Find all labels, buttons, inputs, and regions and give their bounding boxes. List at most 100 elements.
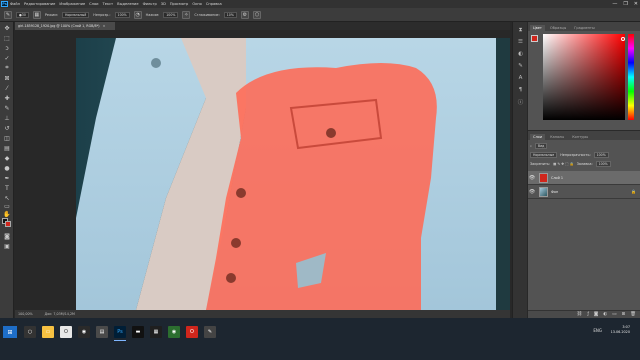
- adjustments-icon[interactable]: ◐: [516, 50, 525, 58]
- minimize-button[interactable]: —: [612, 1, 617, 7]
- fill-field[interactable]: 100%: [595, 161, 611, 167]
- marquee-tool-icon[interactable]: ⬚: [2, 34, 12, 42]
- close-window-button[interactable]: ✕: [634, 1, 638, 7]
- menu-view[interactable]: Просмотр: [170, 2, 188, 6]
- tab-layers[interactable]: Слои: [530, 134, 546, 140]
- menu-type[interactable]: Текст: [103, 2, 114, 6]
- system-tray[interactable]: ENG: [593, 328, 602, 333]
- taskbar-clock[interactable]: 3:07 13.06.2020: [611, 325, 630, 335]
- document-tab[interactable]: girl-1859128_1920.jpg @ 100% (Слой 1, RG…: [15, 22, 115, 30]
- tab-color[interactable]: Цвет: [530, 25, 545, 31]
- layer-row-layer1[interactable]: 👁 Слой 1: [528, 171, 640, 185]
- eyedropper-tool-icon[interactable]: ⁄: [2, 84, 12, 92]
- file-explorer-icon[interactable]: ▭: [42, 326, 54, 338]
- new-layer-icon[interactable]: ⊞: [622, 312, 626, 317]
- color-panel-foreground-swatch[interactable]: [531, 35, 538, 42]
- menu-select[interactable]: Выделение: [117, 2, 138, 6]
- pen-tool-icon[interactable]: ✒: [2, 174, 12, 182]
- hand-tool-icon[interactable]: ✋: [2, 210, 12, 218]
- link-icon[interactable]: ⛓: [577, 312, 583, 317]
- pressure-opacity-icon[interactable]: ◔: [133, 10, 142, 19]
- brush-tool-icon[interactable]: ✎: [4, 10, 12, 19]
- healing-brush-tool-icon[interactable]: ✚: [2, 94, 12, 102]
- brush-size-picker[interactable]: ● 30: [16, 11, 29, 18]
- menu-3d[interactable]: 3D: [161, 2, 166, 6]
- document-canvas[interactable]: [76, 38, 510, 310]
- folder-icon[interactable]: ▭: [612, 312, 616, 317]
- history-brush-tool-icon[interactable]: ↺: [2, 124, 12, 132]
- layer-filter-select[interactable]: Вид: [534, 143, 548, 149]
- blur-tool-icon[interactable]: ◆: [2, 154, 12, 162]
- paragraph-icon[interactable]: ¶: [516, 86, 525, 94]
- window-icon[interactable]: ▬: [132, 326, 144, 338]
- flow-field[interactable]: 100%: [163, 11, 179, 18]
- lock-icons[interactable]: ▦ ✎ ✥ ⬚ 🔒: [553, 162, 574, 166]
- opera-alt-icon[interactable]: O: [186, 326, 198, 338]
- layer-opacity-field[interactable]: 100%: [593, 152, 609, 158]
- fx-icon[interactable]: ƒ: [587, 312, 589, 317]
- color-picker-field[interactable]: [543, 34, 625, 120]
- gear-icon[interactable]: ⚙: [240, 10, 249, 19]
- mode-select[interactable]: Нормальный: [61, 11, 90, 18]
- frame-tool-icon[interactable]: ⊠: [2, 74, 12, 82]
- canvas-area[interactable]: [15, 30, 510, 310]
- color-picker-cursor[interactable]: [621, 37, 625, 41]
- brush-settings-icon[interactable]: ▦: [32, 10, 41, 19]
- type-tool-icon[interactable]: T: [2, 184, 12, 192]
- tab-gradients[interactable]: Градиенты: [571, 25, 597, 31]
- windows-start-icon[interactable]: ⊞: [3, 326, 17, 338]
- opera-icon[interactable]: O: [60, 326, 72, 338]
- tab-paths[interactable]: Контуры: [569, 134, 591, 140]
- document-info[interactable]: Док: 7,03M/14,2M: [45, 312, 75, 316]
- app-icon[interactable]: ▦: [150, 326, 162, 338]
- dodge-tool-icon[interactable]: ●: [2, 164, 12, 172]
- tab-channels[interactable]: Каналы: [547, 134, 567, 140]
- info-icon[interactable]: ⓘ: [516, 98, 525, 106]
- brushes-icon[interactable]: ✎: [516, 62, 525, 70]
- rectangle-tool-icon[interactable]: ▭: [2, 202, 12, 210]
- chrome-alt-icon[interactable]: ◉: [168, 326, 180, 338]
- menu-image[interactable]: Изображение: [59, 2, 85, 6]
- layer-row-background[interactable]: 👁 Фон 🔒: [528, 185, 640, 199]
- background-layer-name[interactable]: Фон: [551, 190, 558, 194]
- move-tool-icon[interactable]: ✥: [2, 24, 12, 32]
- adjustment-icon[interactable]: ◐: [603, 312, 607, 317]
- hue-slider[interactable]: [628, 34, 634, 120]
- layer1-name[interactable]: Слой 1: [551, 176, 563, 180]
- photoshop-taskbar-icon[interactable]: Ps: [114, 326, 126, 338]
- path-select-tool-icon[interactable]: ↖: [2, 194, 12, 202]
- quick-mask-icon[interactable]: ◙: [2, 232, 12, 240]
- brush-tool-icon[interactable]: ✎: [2, 104, 12, 112]
- menu-file[interactable]: Файл: [10, 2, 20, 6]
- crop-tool-icon[interactable]: ⌗: [2, 64, 12, 72]
- screen-mode-icon[interactable]: ▣: [2, 242, 12, 250]
- gradient-tool-icon[interactable]: ▤: [2, 144, 12, 152]
- eye-icon[interactable]: 👁: [528, 175, 536, 181]
- airbrush-icon[interactable]: ✧: [182, 10, 191, 19]
- menu-help[interactable]: Справка: [206, 2, 222, 6]
- menu-layer[interactable]: Слои: [89, 2, 98, 6]
- smoothing-field[interactable]: 10%: [223, 11, 237, 18]
- terminal-icon[interactable]: ▤: [96, 326, 108, 338]
- eraser-tool-icon[interactable]: ◫: [2, 134, 12, 142]
- history-icon[interactable]: ⧗: [516, 26, 525, 34]
- properties-icon[interactable]: ☰: [516, 38, 525, 46]
- trash-icon[interactable]: 🗑: [630, 312, 636, 317]
- zoom-level[interactable]: 100,00%: [18, 312, 33, 316]
- lasso-tool-icon[interactable]: ↄ: [2, 44, 12, 52]
- tab-swatches[interactable]: Образцы: [547, 25, 569, 31]
- clone-stamp-tool-icon[interactable]: ⊥: [2, 114, 12, 122]
- cortana-icon[interactable]: ○: [24, 326, 36, 338]
- mask-icon[interactable]: ◙: [594, 312, 598, 317]
- blend-mode-select[interactable]: Нормальные: [530, 152, 558, 158]
- maximize-button[interactable]: ❐: [623, 1, 627, 7]
- chrome-icon[interactable]: ◉: [78, 326, 90, 338]
- character-icon[interactable]: A: [516, 74, 525, 82]
- menu-edit[interactable]: Редактирование: [24, 2, 55, 6]
- opacity-field[interactable]: 100%: [114, 11, 130, 18]
- tool-icon[interactable]: ✎: [204, 326, 216, 338]
- eye-icon[interactable]: 👁: [528, 189, 536, 195]
- menu-filter[interactable]: Фильтр: [143, 2, 157, 6]
- close-tab-icon[interactable]: ×: [103, 24, 106, 28]
- menu-window[interactable]: Окно: [192, 2, 202, 6]
